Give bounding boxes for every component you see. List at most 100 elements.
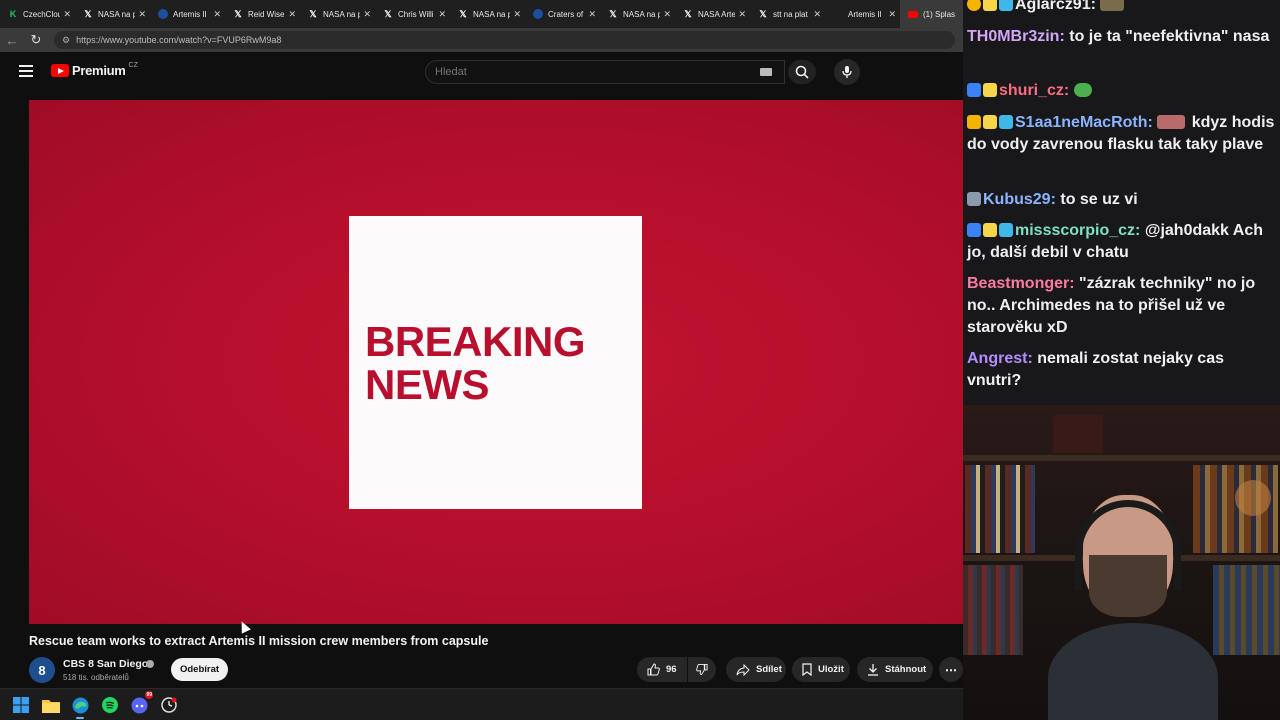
subscribe-button[interactable]: Odebírat: [171, 658, 228, 681]
person-shirt: [1048, 623, 1218, 720]
bookshelf-books: [963, 565, 1023, 655]
x-icon: 𝕏: [84, 8, 92, 19]
breaking-news-text: BREAKING NEWS: [365, 320, 586, 408]
verified-icon: [146, 660, 154, 668]
tab-label: NASA na p: [473, 9, 511, 19]
badge-icon: [983, 0, 997, 11]
close-tab-icon[interactable]: ✕: [438, 9, 446, 20]
like-count: 96: [666, 664, 677, 675]
chat-message: TH0MBr3zin: to je ta "neefektivna" nasa: [967, 26, 1277, 48]
reload-icon[interactable]: ↻: [24, 28, 48, 52]
close-tab-icon[interactable]: ✕: [363, 9, 371, 20]
menu-icon[interactable]: [19, 64, 35, 78]
close-tab-icon[interactable]: ✕: [63, 9, 71, 20]
browser-tab[interactable]: Artemis II ✕: [150, 0, 225, 28]
emote-icon: [1100, 0, 1125, 11]
tab-label: NASA na p: [323, 9, 361, 19]
save-button[interactable]: Uložit: [792, 657, 850, 682]
chat-username[interactable]: Aglarcz91:: [1015, 0, 1096, 13]
tab-bar: K CzechClou ✕ 𝕏 NASA na p ✕ Artemis II ✕ 𝕏 Reid W…: [0, 0, 963, 28]
share-label: Sdílet: [756, 664, 782, 675]
browser-tab[interactable]: 𝕏 NASA na p ✕: [600, 0, 675, 28]
chat-username[interactable]: missscorpio_cz:: [1015, 222, 1140, 239]
chat-username[interactable]: Beastmonger:: [967, 275, 1075, 292]
chat-username[interactable]: Angrest:: [967, 350, 1033, 367]
search-box[interactable]: [425, 60, 785, 84]
clock-app-icon[interactable]: [160, 696, 178, 714]
channel-avatar[interactable]: 8: [29, 657, 55, 683]
video-player[interactable]: BREAKING NEWS: [29, 100, 963, 624]
browser-tab[interactable]: 𝕏 NASA Arte ✕: [675, 0, 750, 28]
browser-tab[interactable]: Craters of ✕: [525, 0, 600, 28]
browser-tab[interactable]: 𝕏 NASA na p ✕: [75, 0, 150, 28]
tab-label: Chris Willi: [398, 9, 434, 19]
badge-icon: [967, 115, 981, 129]
emote-icon: [1073, 83, 1092, 97]
browser-tab[interactable]: 𝕏 Chris Willi ✕: [375, 0, 450, 28]
download-button[interactable]: Stáhnout: [857, 657, 933, 682]
url-field[interactable]: ⚙ https://www.youtube.com/watch?v=FVUP6R…: [54, 31, 955, 49]
logo-country: CZ: [128, 62, 138, 69]
news-line: NEWS: [365, 361, 490, 408]
close-tab-icon[interactable]: ✕: [738, 9, 746, 20]
x-icon: 𝕏: [609, 8, 617, 19]
windows-start-icon[interactable]: [12, 696, 30, 714]
voice-search-button[interactable]: [834, 59, 860, 85]
chat-username[interactable]: TH0MBr3zin:: [967, 28, 1065, 45]
browser-tab[interactable]: 𝕏 NASA na p ✕: [300, 0, 375, 28]
bookmark-icon: [802, 663, 812, 676]
search-button[interactable]: [788, 60, 816, 84]
close-tab-icon[interactable]: ✕: [588, 9, 596, 20]
close-tab-icon[interactable]: ✕: [288, 9, 296, 20]
stream-chat: Aglarcz91: TH0MBr3zin: to je ta "neefekt…: [963, 0, 1280, 405]
browser-window: K CzechClou ✕ 𝕏 NASA na p ✕ Artemis II ✕ 𝕏 Reid W…: [0, 0, 963, 720]
x-icon: 𝕏: [309, 8, 317, 19]
close-tab-icon[interactable]: ✕: [663, 9, 671, 20]
download-icon: [868, 664, 878, 676]
browser-tab[interactable]: 𝕏 Reid Wise ✕: [225, 0, 300, 28]
breaking-news-card: BREAKING NEWS: [349, 216, 642, 509]
search-icon: [795, 65, 809, 79]
x-icon: 𝕏: [459, 8, 467, 19]
discord-icon[interactable]: 99: [130, 691, 153, 714]
like-button[interactable]: 96: [637, 657, 687, 682]
youtube-icon: [908, 10, 918, 18]
browser-tab[interactable]: K CzechClou ✕: [0, 0, 75, 28]
x-icon: 𝕏: [684, 8, 692, 19]
browser-tab[interactable]: Artemis II ✕: [825, 0, 900, 28]
nasa-icon: [533, 9, 543, 19]
close-tab-icon[interactable]: ✕: [213, 9, 221, 20]
edge-icon[interactable]: [71, 696, 89, 719]
nasa-icon: [158, 9, 168, 19]
youtube-logo[interactable]: Premium CZ: [51, 62, 138, 78]
site-info-icon[interactable]: ⚙: [62, 35, 70, 46]
chat-username[interactable]: S1aa1neMacRoth:: [1015, 114, 1153, 131]
keyboard-icon[interactable]: [760, 68, 772, 76]
close-tab-icon[interactable]: ✕: [888, 9, 896, 20]
browser-tab[interactable]: 𝕏stt na plat ✕: [750, 0, 825, 28]
chat-message: Beastmonger: "zázrak techniky" no jo no.…: [967, 273, 1277, 339]
more-actions-button[interactable]: ⋯: [939, 657, 963, 682]
close-tab-icon[interactable]: ✕: [513, 9, 521, 20]
czechcloud-icon: K: [9, 9, 17, 19]
search-input[interactable]: [435, 66, 735, 78]
logo-text: Premium: [72, 63, 126, 78]
badge-icon: [967, 83, 981, 97]
chat-username[interactable]: shuri_cz:: [999, 82, 1069, 99]
browser-tab[interactable]: 𝕏 NASA na p ✕: [450, 0, 525, 28]
badge-icon: [999, 223, 1013, 237]
share-button[interactable]: Sdílet: [726, 657, 786, 682]
back-icon[interactable]: ←: [0, 28, 24, 52]
file-explorer-icon[interactable]: [42, 696, 60, 714]
chat-username[interactable]: Kubus29:: [983, 191, 1056, 208]
tab-label: NASA Arte: [698, 9, 736, 19]
close-tab-icon[interactable]: ✕: [138, 9, 146, 20]
dislike-button[interactable]: [688, 657, 716, 682]
close-tab-icon[interactable]: ✕: [813, 9, 821, 20]
spotify-icon[interactable]: [101, 696, 119, 714]
more-icon: ⋯: [945, 662, 957, 677]
channel-name[interactable]: CBS 8 San Diego: [63, 658, 148, 670]
browser-tab[interactable]: (1) Splas✕: [900, 0, 963, 28]
youtube-header: Premium CZ: [0, 52, 963, 92]
video-title: Rescue team works to extract Artemis II …: [29, 634, 489, 648]
